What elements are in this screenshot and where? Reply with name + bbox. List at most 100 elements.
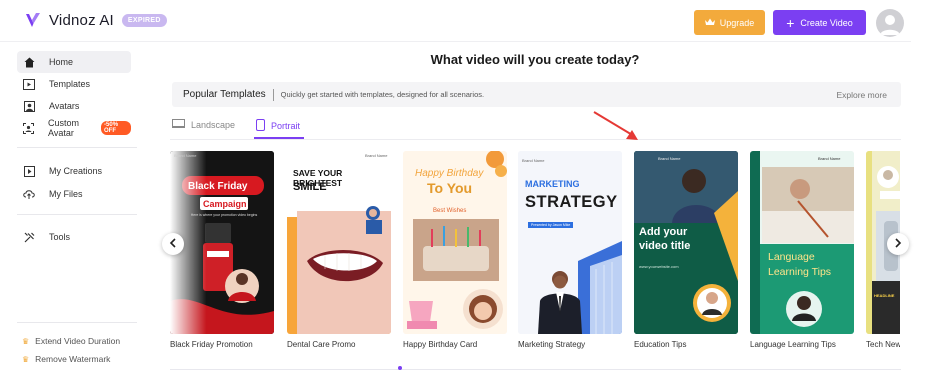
sidebar-item-label: Tools [49, 232, 71, 242]
brand-watermark: Brand Name [365, 153, 388, 158]
annotation-arrow-icon [593, 111, 638, 140]
card-headline: Language [768, 251, 815, 263]
upgrade-button[interactable]: Upgrade [694, 10, 765, 35]
tools-icon [23, 231, 35, 243]
card-headline: MARKETING [525, 179, 580, 189]
card-caption: www.yourwebsite.com [639, 264, 679, 269]
create-video-button[interactable]: + Create Video [773, 10, 866, 35]
card-headline: Happy Birthday [415, 168, 484, 179]
sidebar-divider [17, 322, 137, 323]
card-label: Black Friday Promotion [170, 340, 253, 349]
card-subheadline: Learning Tips [768, 266, 832, 278]
card-label: Education Tips [634, 340, 687, 349]
sidebar-item-label: Avatars [49, 101, 80, 111]
chevron-left-icon [169, 237, 177, 251]
vidnoz-logo-icon [26, 13, 40, 27]
card-subheadline: SMILE [293, 181, 327, 193]
expired-badge: EXPIRED [121, 13, 167, 27]
landscape-icon [172, 119, 185, 130]
card-label: Dental Care Promo [287, 340, 356, 349]
card-subheadline: video title [639, 240, 691, 252]
sidebar-divider [17, 147, 137, 148]
template-card-education-tips[interactable]: Brand Name Add your video title www.your… [634, 151, 738, 334]
template-card-marketing-strategy[interactable]: Brand Name MARKETING STRATEGY Presented … [518, 151, 622, 334]
extend-duration-label: Extend Video Duration [35, 336, 121, 346]
sidebar-item-avatars[interactable]: Avatars [17, 95, 131, 117]
sidebar-divider [17, 214, 137, 215]
templates-icon [23, 78, 35, 90]
carousel-scroll-track [170, 369, 901, 370]
template-carousel: Brand Name Black Friday Campaign Here is… [170, 151, 900, 356]
home-icon [23, 56, 35, 68]
sidebar-item-custom-avatar[interactable]: Custom Avatar -50% OFF [17, 117, 131, 139]
template-thumbnail [750, 151, 854, 334]
explore-more-link[interactable]: Explore more [836, 90, 887, 100]
active-tab-indicator [254, 137, 304, 139]
sidebar-item-label: My Files [49, 189, 83, 199]
extend-duration-link[interactable]: ♛ Extend Video Duration [22, 336, 120, 346]
card-caption: HEADLINE [874, 293, 895, 298]
create-video-label: Create Video [800, 17, 853, 28]
template-card-black-friday[interactable]: Brand Name Black Friday Campaign Here is… [170, 151, 274, 334]
card-headline: Black Friday [188, 181, 248, 192]
card-label: Marketing Strategy [518, 340, 586, 349]
sidebar-item-my-creations[interactable]: My Creations [17, 160, 131, 182]
divider [272, 88, 274, 101]
sidebar-item-my-files[interactable]: My Files [17, 183, 131, 205]
template-thumbnail [170, 151, 274, 334]
sidebar-item-label: My Creations [49, 166, 103, 176]
sidebar-item-label: Custom Avatar [48, 118, 80, 138]
files-icon [23, 188, 35, 200]
user-avatar-icon [880, 15, 900, 35]
portrait-icon [256, 119, 265, 133]
brand-watermark: Brand Name [818, 156, 841, 161]
tab-label: Portrait [271, 121, 301, 131]
carousel-prev-button[interactable] [162, 233, 184, 255]
card-caption: Presented by Jason Mike [528, 222, 574, 228]
vidnoz-logo[interactable]: Vidnoz AI EXPIRED [24, 11, 167, 29]
template-card-happy-birthday[interactable]: Happy Birthday To You Best Wishes [403, 151, 507, 334]
crown-icon: ♛ [22, 354, 30, 364]
card-subheadline: To You [427, 180, 473, 196]
page-title: What video will you create today? [430, 52, 640, 67]
card-caption: Here is where your promotion video begin… [190, 213, 258, 217]
card-subheadline: Campaign [203, 199, 247, 209]
user-avatar[interactable] [876, 9, 904, 37]
popular-templates-subtitle: Quickly get started with templates, desi… [280, 90, 485, 99]
brand-name: Vidnoz AI [49, 11, 114, 29]
brand-watermark: Brand Name [174, 153, 197, 158]
template-card-language-learning[interactable]: Brand Name Language Learning Tips [750, 151, 854, 334]
sidebar-item-label: Home [49, 57, 74, 67]
discount-badge: -50% OFF [101, 121, 131, 135]
sidebar-item-tools[interactable]: Tools [17, 226, 131, 248]
carousel-next-button[interactable] [887, 233, 909, 255]
sidebar: Home Templates Avatars Custom Avatar -50… [0, 42, 143, 375]
tabs-divider [170, 139, 901, 140]
crown-icon [704, 18, 715, 28]
card-caption: Best Wishes [433, 208, 467, 214]
carousel-scroll-thumb[interactable] [398, 366, 402, 370]
card-headline: Add your [639, 226, 688, 238]
popular-templates-title: Popular Templates [183, 89, 266, 100]
remove-watermark-link[interactable]: ♛ Remove Watermark [22, 354, 110, 364]
avatars-icon [23, 100, 35, 112]
brand-watermark: Brand Name [658, 156, 681, 161]
crown-icon: ♛ [22, 336, 30, 346]
popular-templates-bar: Popular Templates Quickly get started wi… [172, 82, 901, 107]
tab-portrait[interactable]: Portrait [256, 119, 300, 133]
plus-icon: + [786, 14, 795, 31]
card-label: Happy Birthday Card [403, 340, 478, 349]
sidebar-item-templates[interactable]: Templates [17, 73, 131, 95]
card-label: Language Learning Tips [750, 340, 836, 349]
upgrade-label: Upgrade [719, 17, 755, 28]
remove-watermark-label: Remove Watermark [35, 354, 111, 364]
sidebar-item-label: Templates [49, 79, 91, 89]
brand-watermark: Brand Name [522, 158, 545, 163]
chevron-right-icon [894, 237, 902, 251]
creations-icon [23, 165, 35, 177]
tab-landscape[interactable]: Landscape [172, 119, 235, 130]
card-label: Tech New [866, 340, 900, 349]
custom-avatar-icon [23, 122, 34, 134]
template-card-dental-care[interactable]: Brand Name SAVE YOUR BRIGHTEST SMILE [287, 151, 391, 334]
sidebar-item-home[interactable]: Home [17, 51, 131, 73]
